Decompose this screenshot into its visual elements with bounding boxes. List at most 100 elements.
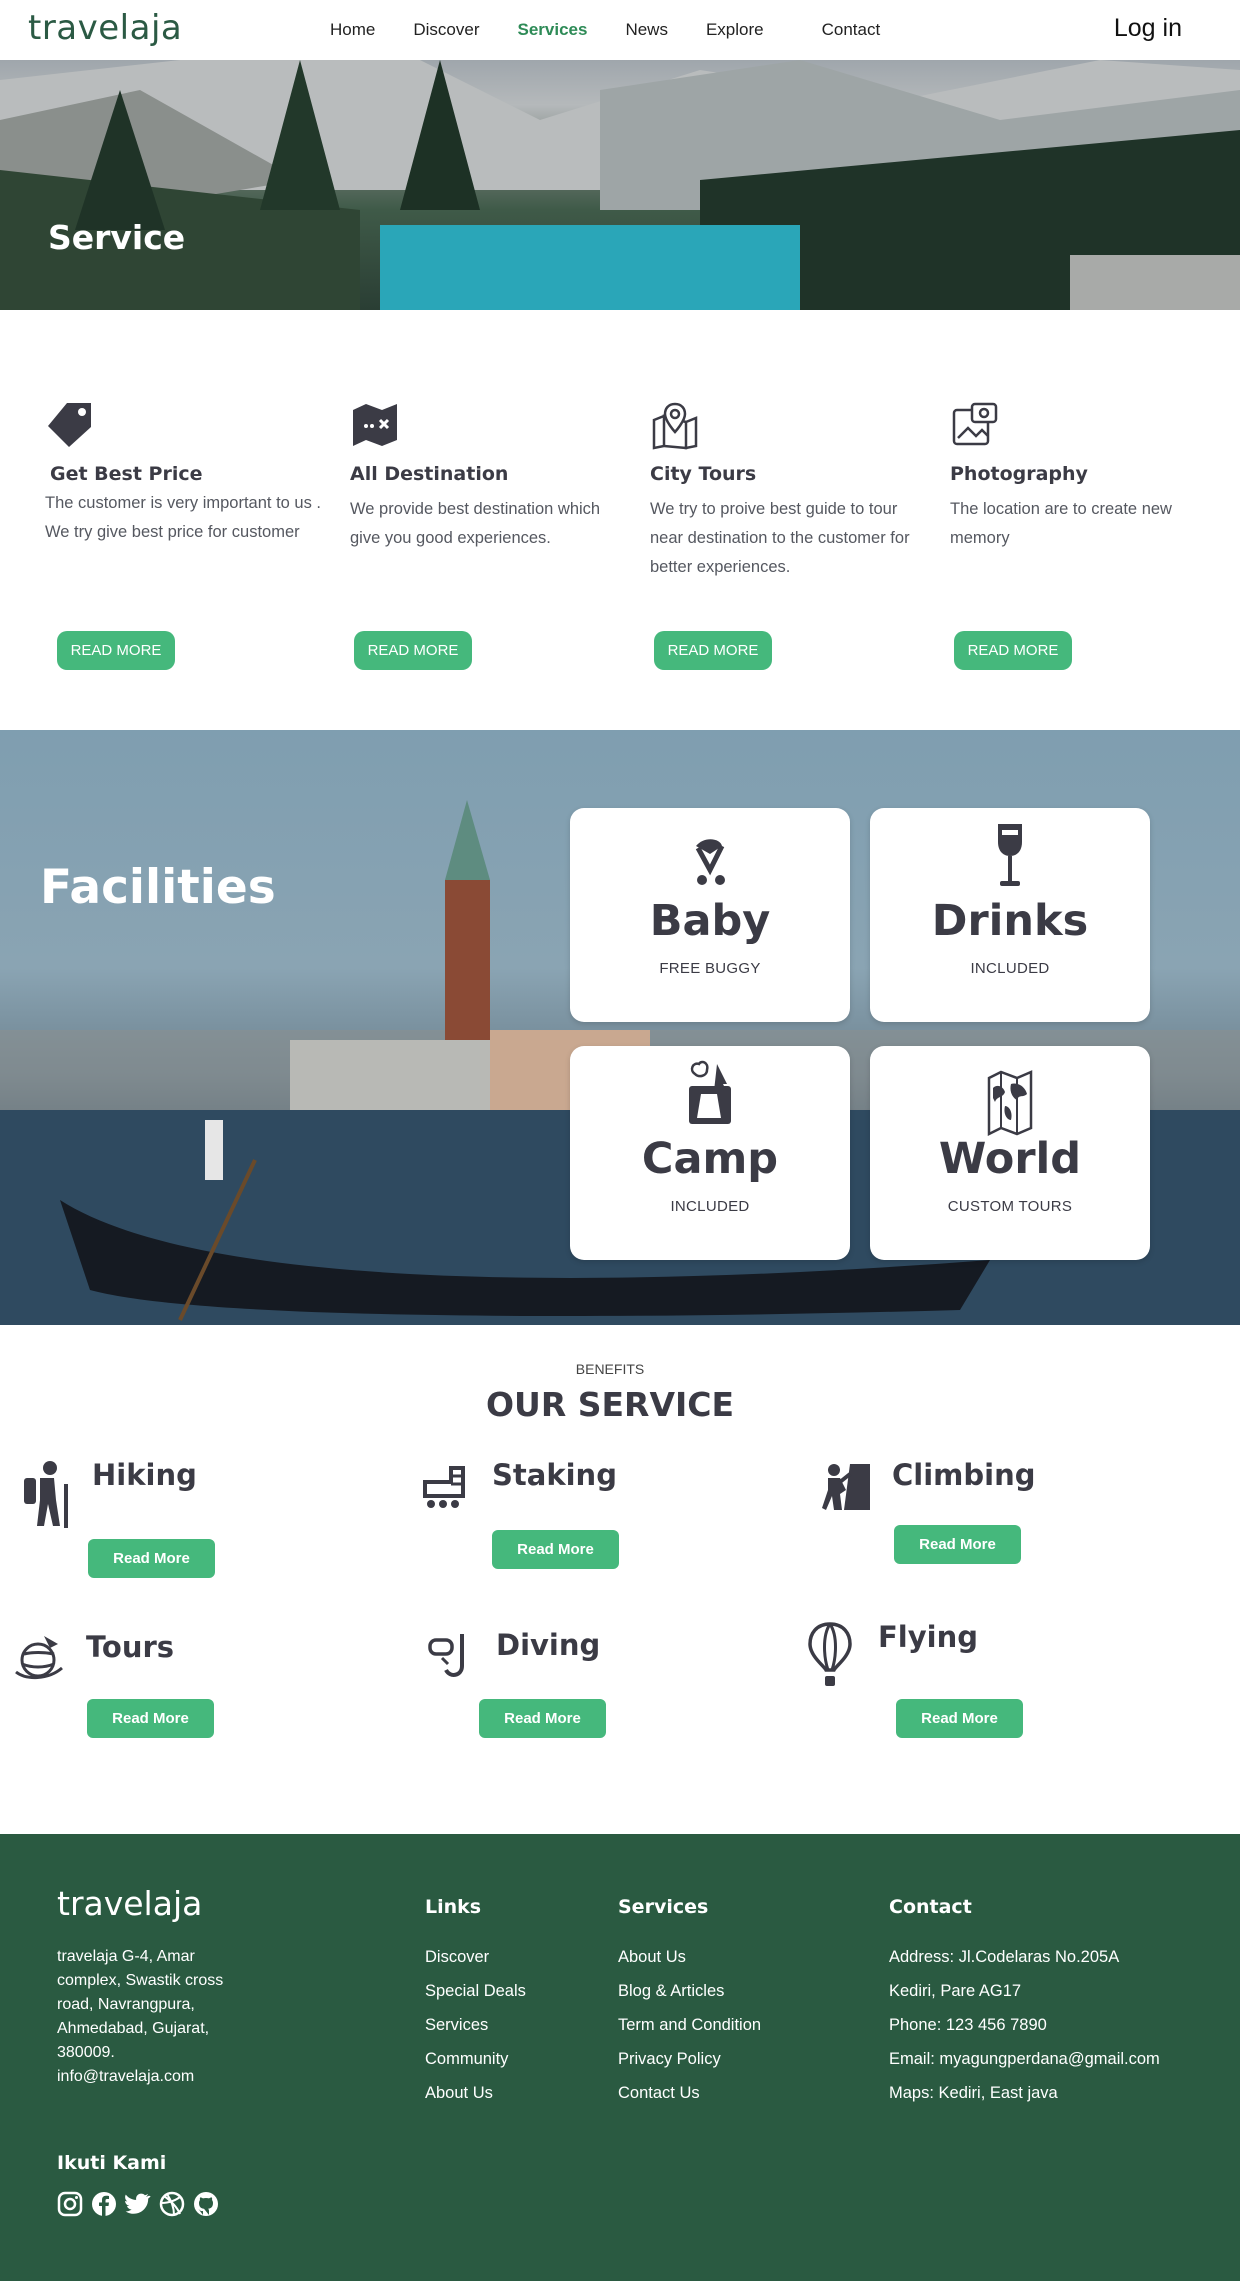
benefit-title: Hiking [92, 1458, 197, 1492]
read-more-button[interactable]: READ MORE [954, 631, 1072, 670]
top-nav: travelaja Home Discover Services News Ex… [0, 0, 1240, 60]
read-more-button[interactable]: READ MORE [354, 631, 472, 670]
facility-card-drinks: Drinks INCLUDED [870, 808, 1150, 1022]
read-more-button[interactable]: Read More [479, 1699, 606, 1738]
read-more-button[interactable]: Read More [894, 1525, 1021, 1564]
footer-link[interactable]: Community [425, 2042, 526, 2076]
footer-link[interactable]: Term and Condition [618, 2008, 761, 2042]
nav-links: Home Discover Services News Explore Cont… [330, 0, 918, 60]
footer-column-title: Services [618, 1896, 709, 1918]
benefit-title: Tours [86, 1630, 175, 1664]
instagram-icon[interactable] [57, 2191, 83, 2217]
map-icon [353, 404, 397, 446]
read-more-button[interactable]: Read More [88, 1539, 215, 1578]
facilities-section: Facilities Baby FREE BUGGY Drinks INCLUD… [0, 730, 1240, 1325]
benefit-title: Flying [878, 1620, 978, 1654]
nav-link-services[interactable]: Services [517, 20, 587, 40]
facility-card-world: World CUSTOM TOURS [870, 1046, 1150, 1260]
footer-address-text: travelaja G-4, Amar complex, Swastik cro… [57, 1948, 224, 2061]
feature-title: All Destination [350, 463, 509, 485]
read-more-button[interactable]: READ MORE [654, 631, 772, 670]
wine-glass-icon [998, 824, 1022, 886]
skating-icon [423, 1466, 465, 1508]
facility-title: Drinks [931, 896, 1089, 946]
footer-link[interactable]: Blog & Articles [618, 1974, 761, 2008]
facebook-icon[interactable] [91, 2191, 117, 2217]
map-pin-icon [652, 402, 698, 450]
facility-subtitle: FREE BUGGY [659, 960, 761, 977]
benefit-title: Diving [496, 1628, 601, 1662]
facility-title: Camp [641, 1134, 779, 1184]
footer-address: travelaja G-4, Amar complex, Swastik cro… [57, 1945, 257, 2089]
benefits-title: OUR SERVICE [485, 1385, 735, 1424]
facility-subtitle: CUSTOM TOURS [947, 1198, 1073, 1215]
feature-title: City Tours [650, 463, 757, 485]
feature-title: Get Best Price [50, 463, 203, 485]
footer-link[interactable]: Special Deals [425, 1974, 526, 2008]
footer-services-column: Services About Us Blog & Articles Term a… [618, 1896, 761, 2110]
brand-logo[interactable]: travelaja [28, 8, 182, 48]
nav-link-discover[interactable]: Discover [413, 20, 479, 40]
facility-subtitle: INCLUDED [670, 1198, 750, 1215]
footer-column-title: Contact [889, 1896, 972, 1918]
read-more-button[interactable]: READ MORE [57, 631, 175, 670]
read-more-button[interactable]: Read More [896, 1699, 1023, 1738]
hero-landscape-image [0, 60, 1240, 310]
read-more-button[interactable]: Read More [492, 1530, 619, 1569]
facilities-title: Facilities [40, 860, 276, 915]
benefits-label: BENEFITS [575, 1361, 645, 1377]
read-more-button[interactable]: Read More [87, 1699, 214, 1738]
benefit-title: Staking [492, 1458, 617, 1492]
hero-title: Service [48, 218, 186, 257]
footer-column-title: Links [425, 1896, 482, 1918]
price-tag-icon [48, 403, 91, 447]
footer-link[interactable]: About Us [425, 2076, 526, 2110]
climbing-icon [822, 1464, 870, 1510]
nav-link-news[interactable]: News [625, 20, 668, 40]
snorkel-icon [428, 1634, 464, 1677]
login-button[interactable]: Log in [1114, 14, 1182, 43]
github-icon[interactable] [193, 2191, 219, 2217]
contact-city: Kediri, Pare AG17 [889, 1982, 1022, 2000]
camp-icon [689, 1060, 731, 1124]
twitter-icon[interactable] [125, 2191, 151, 2217]
hot-air-balloon-icon [808, 1622, 852, 1686]
stroller-icon [695, 839, 725, 885]
facility-card-baby: Baby FREE BUGGY [570, 808, 850, 1022]
follow-us-title: Ikuti Kami [57, 2152, 167, 2174]
footer-link[interactable]: Contact Us [618, 2076, 761, 2110]
contact-address: Address: Jl.Codelaras No.205A [889, 1948, 1120, 1966]
footer-logo[interactable]: travelaja [57, 1884, 202, 1923]
nav-link-explore[interactable]: Explore [706, 20, 764, 40]
facility-title: Baby [649, 896, 771, 946]
nav-link-contact[interactable]: Contact [822, 20, 881, 40]
dribbble-icon[interactable] [159, 2191, 185, 2217]
footer-email[interactable]: info@travelaja.com [57, 2065, 257, 2089]
facility-card-camp: Camp INCLUDED [570, 1046, 850, 1260]
hiking-icon [24, 1461, 68, 1528]
feature-text: The customer is very important to us . W… [45, 494, 322, 541]
footer-link[interactable]: Discover [425, 1940, 526, 1974]
feature-best-price: Get Best Price The customer is very impo… [45, 400, 325, 547]
nav-link-home[interactable]: Home [330, 20, 375, 40]
social-links [57, 2191, 227, 2217]
contact-maps: Maps: Kediri, East java [889, 2084, 1058, 2102]
footer-contact-column: Contact Address: Jl.Codelaras No.205A Ke… [889, 1896, 1160, 2110]
feature-text: The location are to create new memory [950, 500, 1172, 547]
hero-banner: Service [0, 60, 1240, 310]
world-map-icon [987, 1070, 1033, 1136]
footer: travelaja travelaja G-4, Amar complex, S… [0, 1834, 1240, 2281]
feature-title: Photography [950, 463, 1088, 485]
facility-subtitle: INCLUDED [970, 960, 1050, 977]
globe-plane-icon [15, 1636, 63, 1679]
photo-icon [952, 402, 998, 446]
feature-all-destination: All Destination We provide best destinat… [350, 400, 630, 553]
feature-photography: Photography The location are to create n… [950, 400, 1230, 553]
contact-email: Email: myagungperdana@gmail.com [889, 2050, 1160, 2068]
footer-link[interactable]: Services [425, 2008, 526, 2042]
benefit-title: Climbing [892, 1458, 1036, 1492]
contact-phone: Phone: 123 456 7890 [889, 2016, 1047, 2034]
footer-link[interactable]: Privacy Policy [618, 2042, 761, 2076]
footer-link[interactable]: About Us [618, 1940, 761, 1974]
feature-text: We try to proive best guide to tour near… [650, 500, 910, 576]
